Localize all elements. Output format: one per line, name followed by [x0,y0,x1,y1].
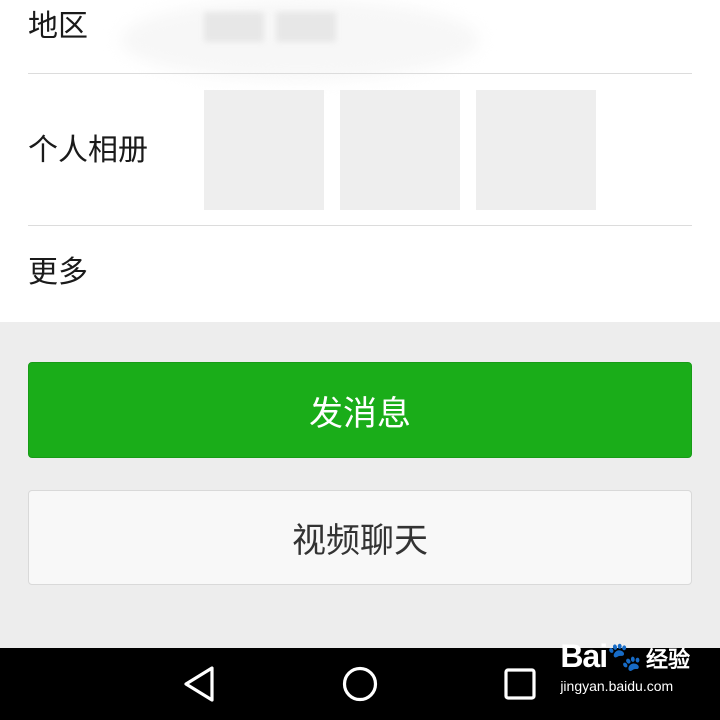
send-message-button[interactable]: 发消息 [28,362,692,458]
watermark-brand: Bai [560,638,608,674]
back-triangle-icon[interactable] [178,662,222,706]
album-thumbnail[interactable] [204,90,324,210]
video-chat-button[interactable]: 视频聊天 [28,490,692,585]
album-thumbnail[interactable] [340,90,460,210]
region-value-blurred [276,12,336,42]
watermark-suffix: 经验 [645,648,690,673]
divider [28,225,692,226]
region-label: 地区 [28,9,88,44]
album-thumbnail[interactable] [476,90,596,210]
profile-info-card: 地区 个人相册 更多 [0,0,720,322]
recents-square-icon[interactable] [498,662,542,706]
divider [28,73,692,74]
watermark-url: jingyan.baidu.com [560,678,674,694]
region-value-blurred [204,12,264,42]
screen: 地区 个人相册 更多 发消息 视频聊天 Bai� [0,0,720,720]
paw-icon: 🐾 [607,640,642,673]
more-label[interactable]: 更多 [28,258,88,288]
home-circle-icon[interactable] [338,662,382,706]
baidu-jingyan-watermark: Bai🐾 经验 jingyan.baidu.com [560,640,690,694]
album-label: 个人相册 [28,133,148,168]
